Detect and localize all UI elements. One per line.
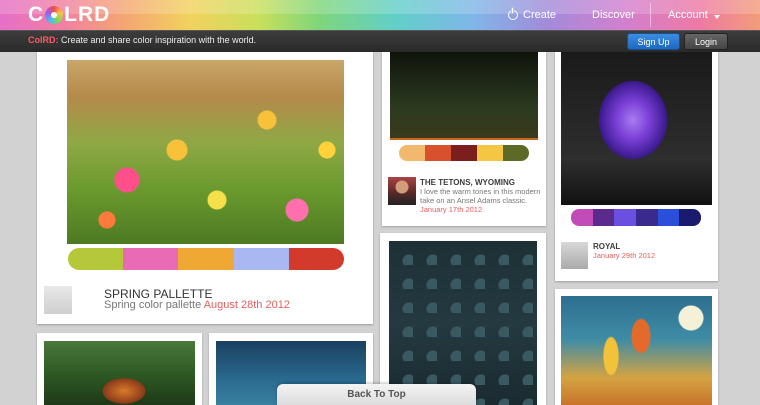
flowers-photo[interactable] bbox=[67, 60, 344, 244]
forest-photo[interactable] bbox=[390, 52, 538, 140]
folk-art-photo[interactable] bbox=[561, 296, 712, 405]
swatch[interactable] bbox=[451, 145, 477, 161]
swatch[interactable] bbox=[592, 209, 615, 226]
login-button[interactable]: Login bbox=[684, 33, 728, 50]
card-date: January 29th 2012 bbox=[593, 251, 656, 260]
color-palette[interactable] bbox=[399, 145, 529, 161]
swatch[interactable] bbox=[68, 248, 124, 270]
swatch[interactable] bbox=[571, 209, 593, 226]
swatch[interactable] bbox=[399, 145, 425, 161]
chevron-down-icon bbox=[713, 14, 720, 19]
card-date: January 17th 2012 bbox=[420, 205, 483, 214]
card-date: August 28th 2012 bbox=[203, 299, 290, 311]
palette-card[interactable] bbox=[37, 333, 202, 405]
palette-card[interactable]: SPRING PALLETTE Spring color pallette Au… bbox=[37, 52, 373, 324]
card-description: Spring color pallette August 28th 2012 bbox=[104, 299, 290, 311]
swatch[interactable] bbox=[636, 209, 658, 226]
avatar[interactable] bbox=[388, 177, 416, 205]
logo[interactable]: C LRD bbox=[28, 3, 110, 26]
swatch[interactable] bbox=[288, 248, 344, 270]
tagline-brand: ColRD: bbox=[28, 35, 59, 45]
palette-card[interactable] bbox=[555, 289, 718, 405]
card-description-text: I love the warm tones in this modern tak… bbox=[420, 187, 541, 205]
nav-discover[interactable]: Discover bbox=[592, 0, 635, 30]
card-description-text: Spring color pallette bbox=[104, 299, 202, 311]
tagline: ColRD: Create and share color inspiratio… bbox=[28, 35, 256, 45]
swatch[interactable] bbox=[614, 209, 637, 226]
pattern-photo[interactable] bbox=[389, 241, 537, 405]
nav-divider bbox=[650, 3, 651, 27]
swatch[interactable] bbox=[233, 248, 289, 270]
palette-card[interactable] bbox=[380, 233, 546, 405]
palette-card[interactable]: THE TETONS, WYOMING I love the warm tone… bbox=[382, 52, 546, 226]
tagline-text: Create and share color inspiration with … bbox=[61, 35, 257, 45]
avatar[interactable] bbox=[44, 286, 72, 314]
crystal-photo[interactable] bbox=[561, 52, 712, 205]
color-palette[interactable] bbox=[68, 248, 344, 270]
nav-account[interactable]: Account bbox=[668, 0, 720, 30]
signup-button[interactable]: Sign Up bbox=[627, 33, 680, 50]
card-description: I love the warm tones in this modern tak… bbox=[420, 187, 542, 214]
nav-create[interactable]: Create bbox=[508, 0, 556, 30]
back-to-top-button[interactable]: Back To Top bbox=[277, 384, 476, 405]
swatch[interactable] bbox=[178, 248, 234, 270]
avatar[interactable] bbox=[561, 242, 588, 269]
card-title[interactable]: ROYAL bbox=[593, 242, 620, 251]
palette-card[interactable]: ROYAL January 29th 2012 bbox=[555, 52, 718, 281]
nav-discover-label: Discover bbox=[592, 9, 635, 21]
swatch[interactable] bbox=[123, 248, 179, 270]
header-bar bbox=[0, 0, 760, 30]
color-wheel-icon bbox=[45, 6, 64, 24]
swatch[interactable] bbox=[425, 145, 451, 161]
nav-create-label: Create bbox=[523, 9, 557, 21]
treehouse-photo[interactable] bbox=[44, 341, 195, 405]
color-palette[interactable] bbox=[571, 209, 701, 226]
swatch[interactable] bbox=[477, 145, 503, 161]
swatch[interactable] bbox=[657, 209, 680, 226]
swatch[interactable] bbox=[679, 209, 701, 226]
swatch[interactable] bbox=[503, 145, 529, 161]
nav-account-label: Account bbox=[668, 9, 708, 21]
card-description: January 29th 2012 bbox=[593, 251, 655, 260]
card-title[interactable]: THE TETONS, WYOMING bbox=[420, 178, 515, 187]
power-icon bbox=[508, 8, 518, 20]
